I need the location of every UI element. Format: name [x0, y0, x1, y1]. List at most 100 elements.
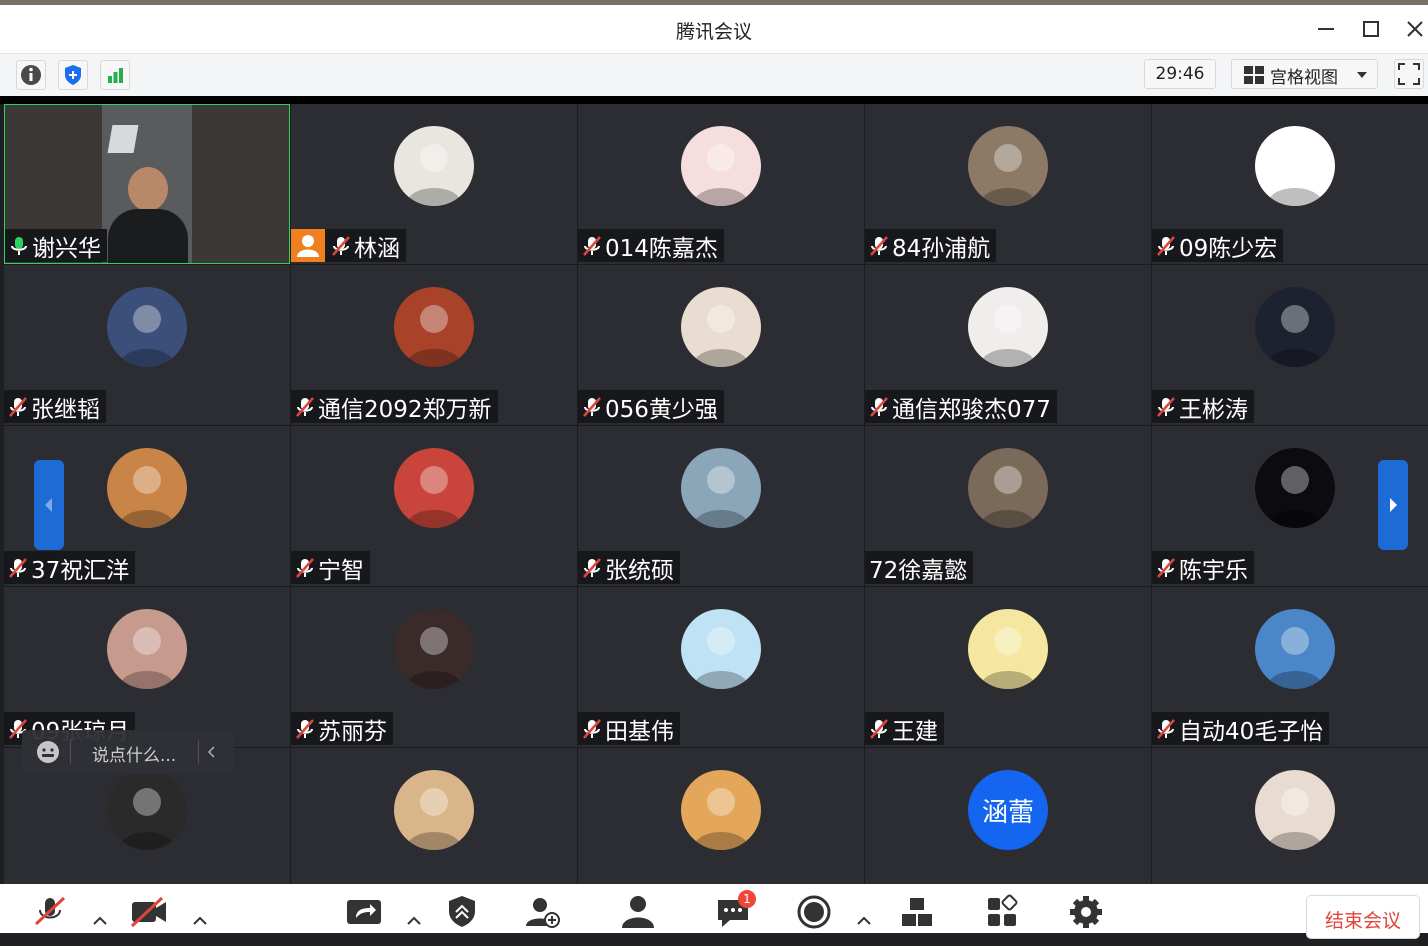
view-selector-label: 宫格视图 [1270, 68, 1338, 88]
participant-name: 陈宇乐 [1179, 557, 1248, 584]
participant-name: 自动40毛子怡 [1179, 718, 1324, 745]
video-tile[interactable] [291, 748, 577, 884]
apps-button[interactable] [984, 894, 1024, 930]
breakout-rooms-button[interactable] [898, 894, 938, 930]
participant-avatar [681, 609, 761, 689]
avatar-silhouette-icon [119, 627, 175, 689]
signal-icon [108, 68, 123, 83]
video-tile[interactable]: 09陈少宏 [1152, 104, 1428, 264]
shield-icon [65, 65, 81, 85]
nameplate: 苏丽芬 [291, 712, 393, 745]
mic-on-icon [11, 236, 27, 255]
network-button[interactable] [100, 60, 130, 90]
avatar-silhouette-icon [406, 305, 462, 367]
participant-avatar [968, 609, 1048, 689]
participant-name: 84孙浦航 [892, 235, 991, 262]
video-tile[interactable]: 84孙浦航 [865, 104, 1151, 264]
video-tile[interactable]: 056黄少强 [578, 265, 864, 425]
video-tile[interactable]: 田基伟 [578, 587, 864, 747]
nameplate: 林涵 [291, 229, 406, 262]
participants-button[interactable] [618, 894, 658, 930]
end-meeting-button[interactable]: 结束会议 [1306, 895, 1420, 939]
video-toggle-button[interactable] [128, 894, 168, 930]
mic-muted-icon [1157, 557, 1175, 578]
nameplate: 84孙浦航 [865, 229, 997, 262]
video-tile[interactable] [578, 748, 864, 884]
participant-name: 014陈嘉杰 [605, 235, 718, 262]
fullscreen-icon [1398, 63, 1420, 85]
video-tile[interactable]: 王建 [865, 587, 1151, 747]
avatar-initials: 涵蕾 [981, 797, 1034, 828]
mic-muted-icon [870, 718, 888, 739]
collapse-chat-icon [207, 746, 215, 758]
video-options-button[interactable] [190, 894, 210, 930]
participant-name: 田基伟 [605, 718, 674, 745]
mic-muted-icon [296, 557, 314, 578]
nameplate: 陈宇乐 [1152, 551, 1254, 584]
video-tile[interactable]: 张继韬 [4, 265, 290, 425]
mic-muted-icon [9, 396, 27, 417]
close-icon [1407, 21, 1423, 37]
close-button[interactable] [1400, 14, 1428, 44]
minimize-button[interactable] [1311, 14, 1341, 44]
unread-chat-badge: 1 [738, 890, 756, 908]
avatar-silhouette-icon [406, 466, 462, 528]
settings-button[interactable] [1066, 894, 1106, 930]
maximize-button[interactable] [1356, 14, 1386, 44]
video-tile[interactable]: 09张琼月 [4, 587, 290, 747]
record-button[interactable] [794, 894, 834, 930]
fullscreen-button[interactable] [1394, 59, 1424, 89]
info-button[interactable] [16, 60, 46, 90]
participant-avatar [107, 448, 187, 528]
participant-name: 通信郑骏杰077 [892, 396, 1051, 423]
security-control-button[interactable] [442, 894, 482, 930]
mic-muted-icon [870, 396, 888, 417]
avatar-silhouette-icon [693, 466, 749, 528]
video-tile[interactable]: 014陈嘉杰 [578, 104, 864, 264]
chat-input-bar[interactable]: 说点什么... [22, 730, 234, 774]
participant-name: 张继韬 [31, 396, 100, 423]
record-options-button[interactable] [854, 894, 874, 930]
audio-options-button[interactable] [90, 894, 110, 930]
participants-icon [622, 896, 654, 928]
breakout-rooms-icon [902, 898, 932, 926]
avatar-silhouette-icon [406, 144, 462, 206]
divider-bar [0, 96, 1428, 104]
chat-input[interactable]: 说点什么... [92, 741, 176, 766]
mute-button[interactable] [30, 894, 70, 930]
video-tile[interactable]: 苏丽芬 [291, 587, 577, 747]
host-icon [297, 235, 319, 257]
video-tile[interactable] [1152, 748, 1428, 884]
nameplate: 谢兴华 [5, 229, 107, 262]
nameplate: 通信郑骏杰077 [865, 390, 1057, 423]
video-tile[interactable]: 通信2092郑万新 [291, 265, 577, 425]
participant-avatar [107, 609, 187, 689]
info-icon [21, 65, 41, 85]
video-tile[interactable]: 通信郑骏杰077 [865, 265, 1151, 425]
invite-button[interactable] [522, 894, 562, 930]
participant-avatar: 涵蕾 [968, 770, 1048, 850]
video-tile[interactable]: 王彬涛 [1152, 265, 1428, 425]
participant-avatar [681, 287, 761, 367]
video-tile[interactable]: 张统硕 [578, 426, 864, 586]
video-tile[interactable]: 涵蕾 [865, 748, 1151, 884]
minimize-icon [1318, 28, 1334, 30]
next-page-button[interactable] [1378, 460, 1408, 550]
view-selector[interactable]: 宫格视图 [1231, 59, 1378, 89]
video-tile-self[interactable]: 谢兴华 [4, 104, 290, 264]
participant-avatar [107, 770, 187, 850]
prev-page-button[interactable] [34, 460, 64, 550]
video-tile[interactable]: 林涵 [291, 104, 577, 264]
video-tile[interactable]: 自动40毛子怡 [1152, 587, 1428, 747]
nameplate: 张继韬 [4, 390, 106, 423]
video-tile[interactable]: 宁智 [291, 426, 577, 586]
security-button[interactable] [58, 60, 88, 90]
share-options-button[interactable] [404, 894, 424, 930]
video-tile[interactable]: 72徐嘉懿 [865, 426, 1151, 586]
window-title: 腾讯会议 [675, 21, 752, 43]
chevron-up-icon [857, 916, 871, 925]
avatar-silhouette-icon [1267, 466, 1323, 528]
desktop-strip [0, 0, 1428, 5]
share-screen-button[interactable] [344, 894, 384, 930]
add-user-icon [526, 898, 560, 928]
